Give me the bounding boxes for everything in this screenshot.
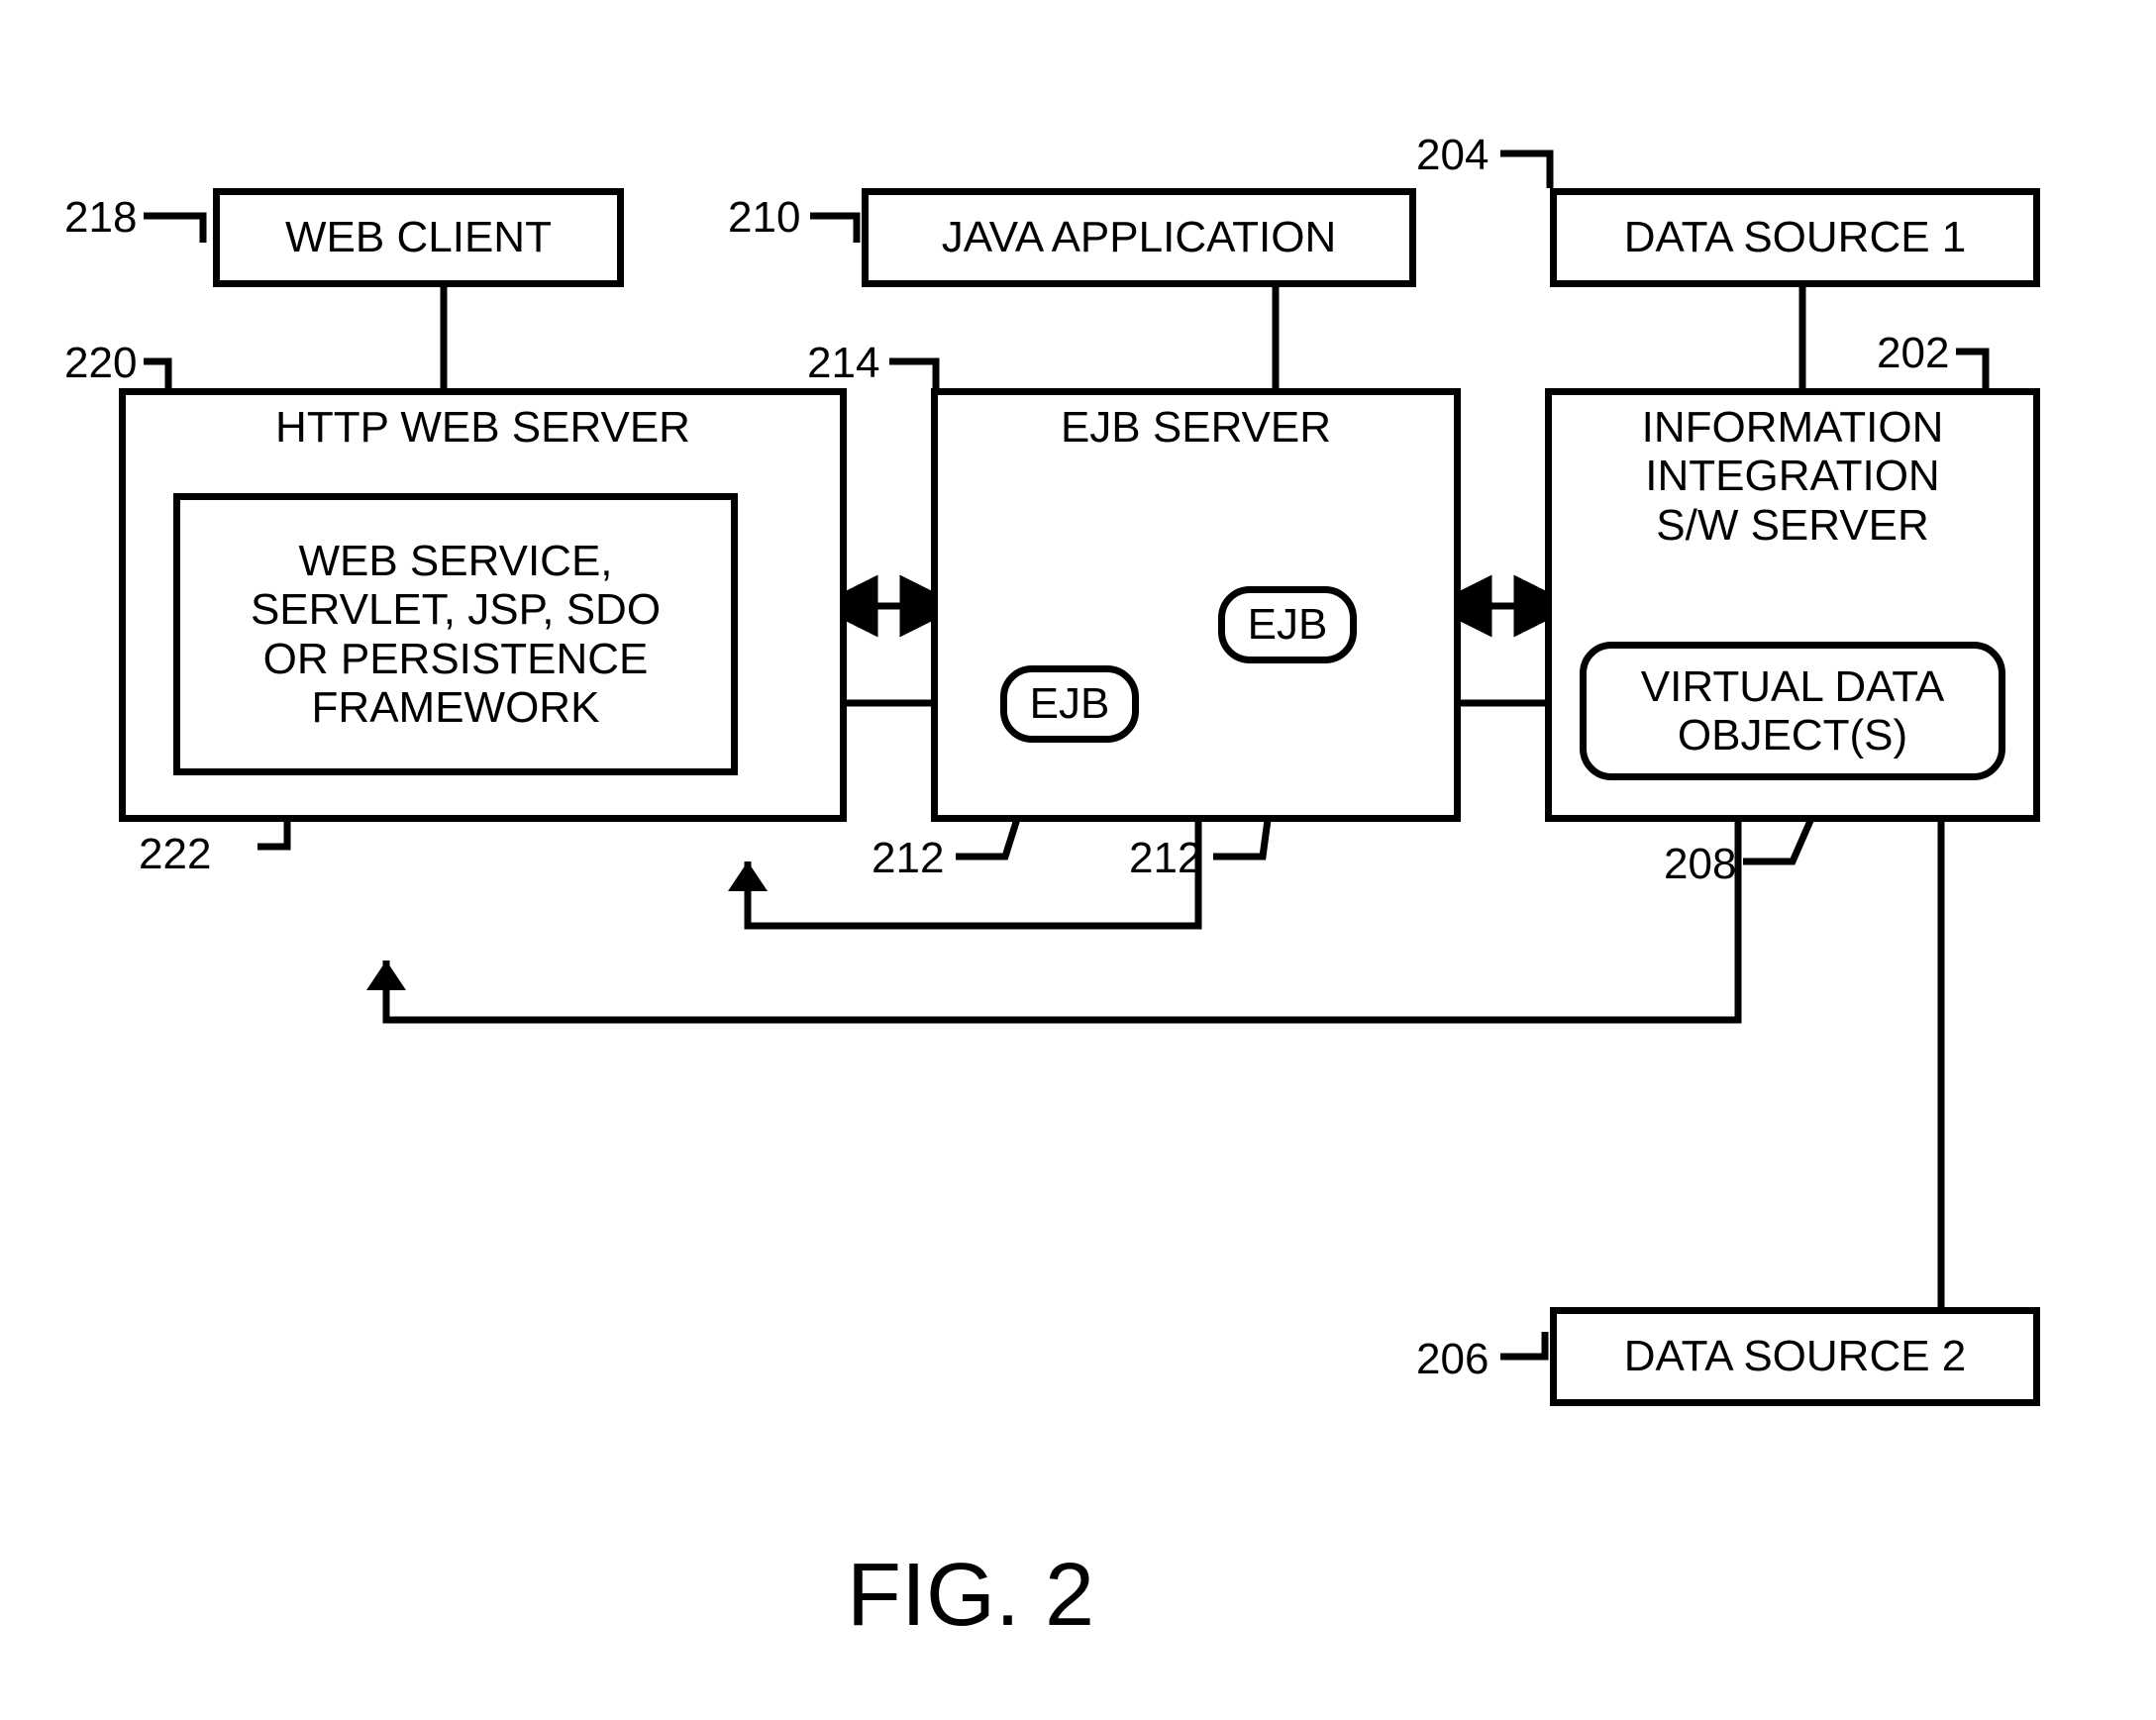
diagram-canvas: WEB CLIENT JAVA APPLICATION DATA SOURCE … (0, 0, 2156, 1720)
ejb-pill-left: EJB (1000, 665, 1139, 743)
web-client-box: WEB CLIENT (213, 188, 624, 287)
figure-caption: FIG. 2 (847, 1545, 1094, 1647)
java-application-box: JAVA APPLICATION (862, 188, 1416, 287)
virtual-data-objects-box: VIRTUAL DATA OBJECT(S) (1580, 642, 2005, 780)
web-client-label: WEB CLIENT (275, 209, 562, 265)
ref-204: 204 (1416, 131, 1489, 180)
ref-210: 210 (728, 193, 800, 243)
data-source-1-box: DATA SOURCE 1 (1550, 188, 2040, 287)
java-application-label: JAVA APPLICATION (932, 209, 1347, 265)
ref-218: 218 (64, 193, 137, 243)
ejb-pill-left-label: EJB (1020, 675, 1120, 732)
information-integration-server-label: INFORMATION INTEGRATION S/W SERVER (1552, 395, 2033, 550)
web-service-label: WEB SERVICE, SERVLET, JSP, SDO OR PERSIS… (241, 533, 670, 736)
ref-212-left: 212 (872, 834, 944, 883)
ref-206: 206 (1416, 1335, 1489, 1384)
virtual-data-objects-label: VIRTUAL DATA OBJECT(S) (1631, 658, 1954, 764)
ref-212-right: 212 (1129, 834, 1201, 883)
http-web-server-label: HTTP WEB SERVER (126, 395, 840, 452)
ejb-pill-right: EJB (1218, 586, 1357, 663)
data-source-1-label: DATA SOURCE 1 (1614, 209, 1977, 265)
ref-222: 222 (139, 830, 211, 879)
ref-220: 220 (64, 339, 137, 388)
ref-214: 214 (807, 339, 879, 388)
ejb-server-label: EJB SERVER (938, 395, 1454, 452)
web-service-box: WEB SERVICE, SERVLET, JSP, SDO OR PERSIS… (173, 493, 738, 775)
ref-202: 202 (1877, 329, 1949, 378)
ejb-server-box: EJB SERVER (931, 388, 1461, 822)
ref-208: 208 (1664, 840, 1736, 889)
data-source-2-label: DATA SOURCE 2 (1614, 1328, 1977, 1384)
ejb-pill-right-label: EJB (1238, 596, 1338, 653)
data-source-2-box: DATA SOURCE 2 (1550, 1307, 2040, 1406)
